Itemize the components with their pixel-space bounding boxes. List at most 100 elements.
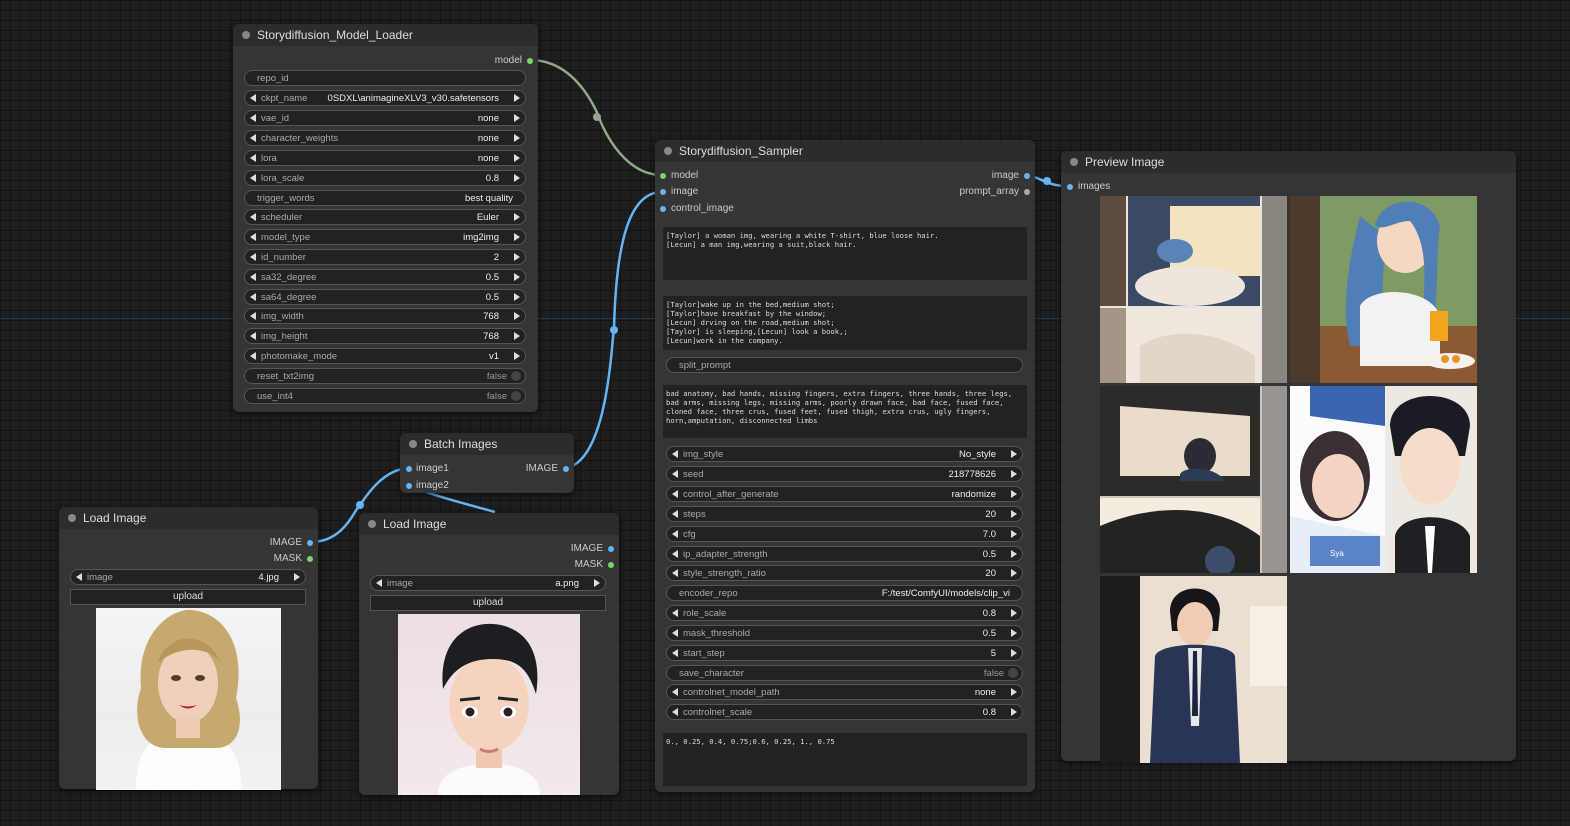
style-strength-ratio-number[interactable]: style_strength_ratio 20	[666, 565, 1023, 581]
input-image-dot[interactable]	[660, 189, 666, 195]
collapse-dot-icon[interactable]	[409, 440, 417, 448]
use-int4-toggle[interactable]: use_int4 false	[244, 388, 526, 404]
output-image-dot[interactable]	[1024, 173, 1030, 179]
right-arrow-icon[interactable]	[514, 253, 520, 261]
toggle-knob[interactable]	[1008, 668, 1018, 678]
right-arrow-icon[interactable]	[514, 293, 520, 301]
left-arrow-icon[interactable]	[672, 470, 678, 478]
image-file-combo[interactable]: image a.png	[370, 575, 606, 591]
negative-prompt-textarea[interactable]: bad anatomy, bad hands, missing fingers,…	[663, 385, 1027, 438]
upload-button[interactable]: upload	[370, 595, 606, 611]
left-arrow-icon[interactable]	[250, 253, 256, 261]
controlnet-scale-number[interactable]: controlnet_scale 0.8	[666, 704, 1023, 720]
left-arrow-icon[interactable]	[672, 629, 678, 637]
left-arrow-icon[interactable]	[672, 510, 678, 518]
load-image-node-2[interactable]: Load Image IMAGE MASK image a.png upload	[359, 513, 619, 795]
batch-images-node[interactable]: Batch Images image1 image2 IMAGE	[400, 433, 574, 493]
right-arrow-icon[interactable]	[514, 273, 520, 281]
load-image-title-bar[interactable]: Load Image	[59, 507, 318, 529]
right-arrow-icon[interactable]	[514, 233, 520, 241]
role-scale-number[interactable]: role_scale 0.8	[666, 605, 1023, 621]
sampler-title-bar[interactable]: Storydiffusion_Sampler	[655, 140, 1035, 162]
collapse-dot-icon[interactable]	[1070, 158, 1078, 166]
right-arrow-icon[interactable]	[1011, 708, 1017, 716]
right-arrow-icon[interactable]	[1011, 609, 1017, 617]
left-arrow-icon[interactable]	[250, 154, 256, 162]
scene-prompt-textarea[interactable]: [Taylor]wake up in the bed,medium shot; …	[663, 296, 1027, 350]
output-image-dot[interactable]	[307, 540, 313, 546]
right-arrow-icon[interactable]	[514, 174, 520, 182]
left-arrow-icon[interactable]	[250, 312, 256, 320]
toggle-knob[interactable]	[511, 391, 521, 401]
controlnet-model-path-combo[interactable]: controlnet_model_path none	[666, 684, 1023, 700]
left-arrow-icon[interactable]	[672, 569, 678, 577]
layout-ratio-textarea[interactable]: 0., 0.25, 0.4, 0.75;0.6, 0.25, 1., 0.75	[663, 733, 1027, 786]
left-arrow-icon[interactable]	[250, 233, 256, 241]
left-arrow-icon[interactable]	[672, 609, 678, 617]
input-model-dot[interactable]	[660, 173, 666, 179]
preview-image-node[interactable]: Preview Image images Sya	[1061, 151, 1516, 763]
collapse-dot-icon[interactable]	[242, 31, 250, 39]
repo-id-field[interactable]: repo_id	[244, 70, 526, 86]
scheduler-combo[interactable]: scheduler Euler	[244, 209, 526, 225]
lora-scale-number[interactable]: lora_scale 0.8	[244, 170, 526, 186]
right-arrow-icon[interactable]	[514, 114, 520, 122]
ip-adapter-strength-number[interactable]: ip_adapter_strength 0.5	[666, 546, 1023, 562]
left-arrow-icon[interactable]	[672, 550, 678, 558]
start-step-number[interactable]: start_step 5	[666, 645, 1023, 661]
output-image-dot[interactable]	[608, 546, 614, 552]
model-loader-node[interactable]: Storydiffusion_Model_Loader model repo_i…	[233, 24, 538, 412]
right-arrow-icon[interactable]	[1011, 450, 1017, 458]
img-height-number[interactable]: img_height 768	[244, 328, 526, 344]
load-image-node-1[interactable]: Load Image IMAGE MASK image 4.jpg upload	[59, 507, 318, 790]
left-arrow-icon[interactable]	[250, 352, 256, 360]
seed-number[interactable]: seed 218778626	[666, 466, 1023, 482]
right-arrow-icon[interactable]	[1011, 569, 1017, 577]
output-prompt-array-dot[interactable]	[1024, 189, 1030, 195]
load-image-title-bar[interactable]: Load Image	[359, 513, 619, 535]
vae-id-combo[interactable]: vae_id none	[244, 110, 526, 126]
right-arrow-icon[interactable]	[514, 94, 520, 102]
cfg-number[interactable]: cfg 7.0	[666, 526, 1023, 542]
character-weights-combo[interactable]: character_weights none	[244, 130, 526, 146]
input-image1-dot[interactable]	[406, 466, 412, 472]
right-arrow-icon[interactable]	[514, 312, 520, 320]
image-file-combo[interactable]: image 4.jpg	[70, 569, 306, 585]
right-arrow-icon[interactable]	[1011, 530, 1017, 538]
id-number-number[interactable]: id_number 2	[244, 249, 526, 265]
output-mask-dot[interactable]	[608, 562, 614, 568]
preview-title-bar[interactable]: Preview Image	[1061, 151, 1516, 173]
sampler-node[interactable]: Storydiffusion_Sampler model image contr…	[655, 140, 1035, 792]
left-arrow-icon[interactable]	[250, 134, 256, 142]
left-arrow-icon[interactable]	[250, 213, 256, 221]
left-arrow-icon[interactable]	[250, 94, 256, 102]
control-after-generate-combo[interactable]: control_after_generate randomize	[666, 486, 1023, 502]
toggle-knob[interactable]	[511, 371, 521, 381]
left-arrow-icon[interactable]	[250, 174, 256, 182]
right-arrow-icon[interactable]	[514, 213, 520, 221]
lora-combo[interactable]: lora none	[244, 150, 526, 166]
sa64-degree-number[interactable]: sa64_degree 0.5	[244, 289, 526, 305]
img-style-combo[interactable]: img_style No_style	[666, 446, 1023, 462]
left-arrow-icon[interactable]	[672, 708, 678, 716]
character-prompt-textarea[interactable]: [Taylor] a woman img, wearing a white T-…	[663, 227, 1027, 280]
right-arrow-icon[interactable]	[514, 154, 520, 162]
right-arrow-icon[interactable]	[514, 352, 520, 360]
sa32-degree-number[interactable]: sa32_degree 0.5	[244, 269, 526, 285]
left-arrow-icon[interactable]	[250, 332, 256, 340]
right-arrow-icon[interactable]	[1011, 490, 1017, 498]
input-control-image-dot[interactable]	[660, 206, 666, 212]
right-arrow-icon[interactable]	[1011, 550, 1017, 558]
left-arrow-icon[interactable]	[250, 293, 256, 301]
right-arrow-icon[interactable]	[514, 332, 520, 340]
left-arrow-icon[interactable]	[76, 573, 82, 581]
left-arrow-icon[interactable]	[250, 273, 256, 281]
reset-txt2img-toggle[interactable]: reset_txt2img false	[244, 368, 526, 384]
left-arrow-icon[interactable]	[376, 579, 382, 587]
left-arrow-icon[interactable]	[672, 530, 678, 538]
mask-threshold-number[interactable]: mask_threshold 0.5	[666, 625, 1023, 641]
output-image-dot[interactable]	[563, 466, 569, 472]
left-arrow-icon[interactable]	[672, 490, 678, 498]
steps-number[interactable]: steps 20	[666, 506, 1023, 522]
right-arrow-icon[interactable]	[1011, 470, 1017, 478]
